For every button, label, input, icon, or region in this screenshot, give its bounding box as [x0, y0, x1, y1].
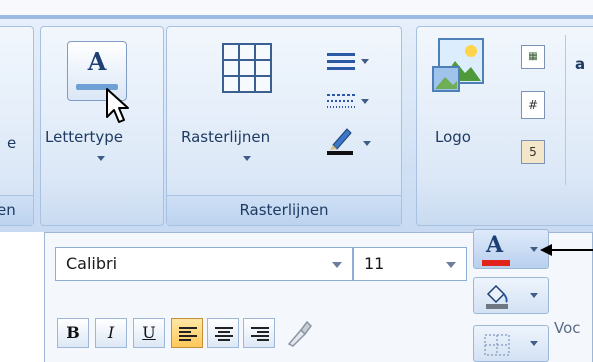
gridlines-button-label: Rasterlijnen	[181, 128, 271, 146]
chevron-down-icon[interactable]	[446, 262, 456, 268]
insert-page-number-button[interactable]: #	[521, 91, 545, 119]
partial-group-caption: en	[0, 195, 33, 225]
gridlines-group-caption: Rasterlijnen	[167, 195, 401, 225]
font-name-value: Calibri	[66, 254, 118, 273]
chevron-down-icon	[530, 247, 538, 252]
line-style-button[interactable]	[327, 51, 371, 73]
ribbon-group-logo: Logo ▦ # 5 a	[416, 26, 593, 226]
border-button[interactable]	[473, 325, 549, 362]
line-dash-icon	[327, 91, 355, 111]
underline-button[interactable]: U	[133, 318, 165, 348]
pen-icon	[327, 128, 353, 155]
chevron-down-icon	[530, 341, 538, 346]
line-weight-icon	[327, 51, 355, 71]
font-dropdown-panel: Calibri 11 B I U A Voc	[44, 229, 593, 362]
chevron-down-icon	[530, 293, 538, 298]
italic-button[interactable]: I	[95, 318, 127, 348]
format-painter-icon[interactable]	[283, 318, 315, 348]
partial-caption: Voc	[554, 319, 581, 337]
gridlines-button[interactable]: Rasterlijnen	[171, 27, 311, 192]
ribbon-top-strip	[0, 0, 593, 15]
line-dash-button[interactable]	[327, 91, 371, 113]
font-button-label: Lettertype	[45, 128, 123, 146]
picture-icon	[432, 38, 484, 92]
paint-bucket-icon	[486, 284, 508, 309]
align-center-button[interactable]	[207, 318, 239, 348]
font-color-button[interactable]: A	[473, 229, 549, 269]
ribbon-group-gridlines: Rasterlijnen Rasterlijnen	[166, 26, 402, 226]
font-size-value: 11	[364, 254, 385, 273]
logo-button[interactable]: Logo	[425, 27, 495, 192]
align-right-icon	[251, 326, 269, 342]
chevron-down-icon	[361, 59, 369, 64]
cut-off-label: a	[575, 55, 586, 73]
mouse-cursor-icon	[106, 88, 129, 123]
align-left-icon	[179, 326, 197, 342]
bold-button[interactable]: B	[57, 318, 89, 348]
align-center-icon	[215, 326, 233, 342]
chevron-down-icon[interactable]	[332, 262, 342, 268]
annotation-arrow-icon	[540, 244, 593, 256]
font-button[interactable]: A Lettertype	[41, 27, 163, 197]
partial-button-label[interactable]: e	[7, 134, 16, 152]
clock-icon: 5	[529, 145, 537, 159]
align-right-button[interactable]	[243, 318, 275, 348]
font-color-icon: A	[486, 232, 504, 258]
font-color-bar	[482, 260, 510, 266]
separator	[565, 35, 566, 185]
font-size-combobox[interactable]: 11	[353, 247, 467, 281]
chevron-down-icon	[97, 156, 105, 161]
ribbon-group-font: A Lettertype	[40, 26, 164, 226]
chevron-down-icon	[361, 99, 369, 104]
chevron-down-icon	[363, 141, 371, 146]
page-number-icon: #	[527, 98, 539, 112]
chevron-down-icon	[243, 156, 251, 161]
grid-icon	[222, 43, 272, 93]
font-name-combobox[interactable]: Calibri	[55, 247, 353, 281]
insert-date-button[interactable]: ▦	[521, 45, 545, 69]
ribbon: e en A Lettertype Rasterlijnen Rasterlij…	[0, 19, 593, 232]
insert-time-button[interactable]: 5	[521, 140, 545, 164]
borders-icon	[484, 334, 510, 356]
logo-button-label: Logo	[435, 128, 471, 146]
ribbon-group-partial-left: e en	[0, 26, 34, 226]
align-left-button[interactable]	[171, 318, 203, 348]
calendar-icon: ▦	[528, 51, 538, 62]
line-color-button[interactable]	[325, 125, 371, 165]
fill-color-button[interactable]	[473, 277, 549, 314]
